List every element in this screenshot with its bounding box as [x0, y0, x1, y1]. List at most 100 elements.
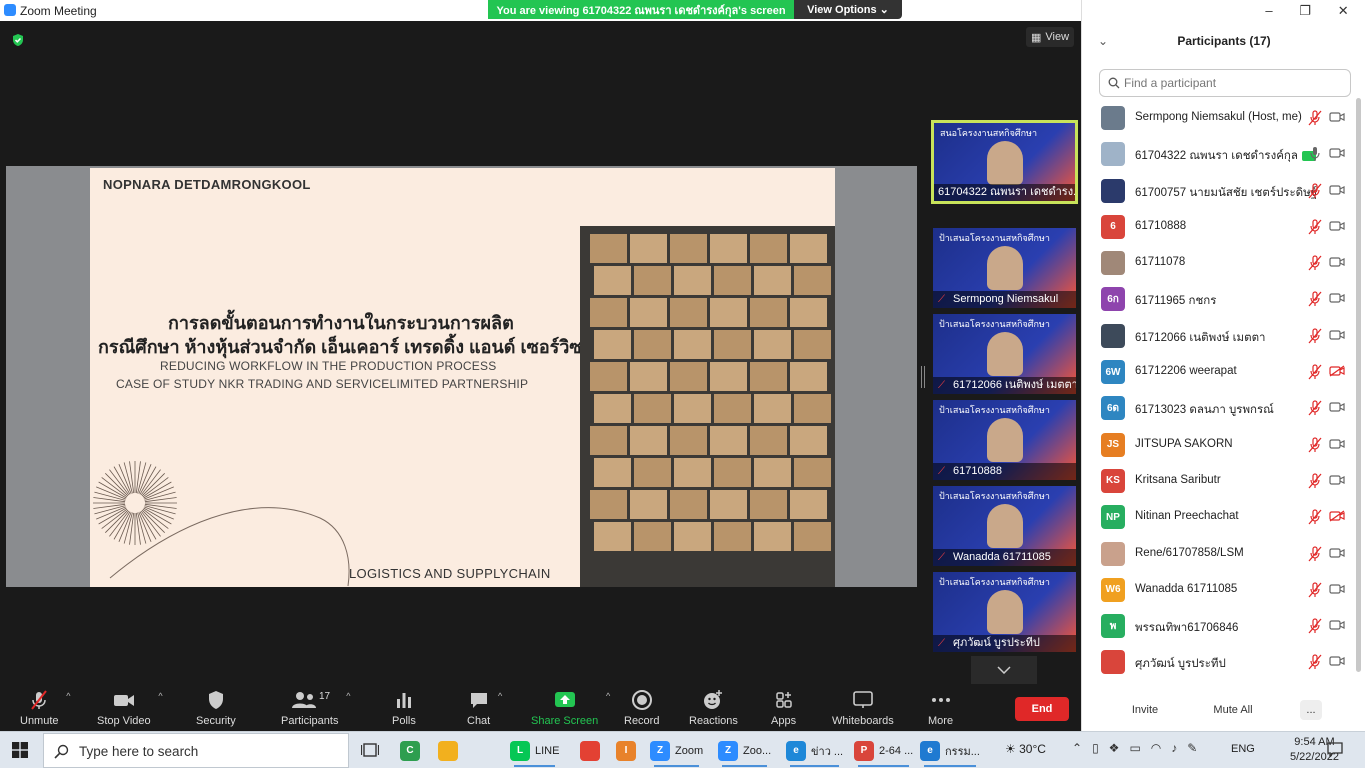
participant-row[interactable]: Rene/61707858/LSM: [1082, 536, 1354, 572]
split-drag-handle[interactable]: [921, 366, 925, 388]
taskbar-app[interactable]: [438, 738, 458, 763]
taskbar-app[interactable]: I: [616, 738, 636, 763]
video-tile[interactable]: ป้าเสนอโครงงานสหกิจศึกษา 61712066 เนติพงษ…: [933, 314, 1076, 394]
maximize-icon[interactable]: ❐: [1299, 3, 1311, 19]
video-camera-icon[interactable]: [1329, 547, 1345, 559]
muted-mic-icon[interactable]: [1308, 437, 1322, 453]
input-language[interactable]: ENG: [1231, 743, 1255, 755]
speaker-icon[interactable]: ♪: [1171, 741, 1177, 755]
muted-mic-icon[interactable]: [1308, 255, 1322, 271]
video-camera-icon[interactable]: [1329, 438, 1345, 450]
taskbar-search-box[interactable]: Type here to search: [43, 733, 349, 768]
view-options-button[interactable]: View Options ⌄: [794, 0, 902, 19]
muted-mic-icon[interactable]: [1308, 400, 1322, 416]
video-strip-scroll-down-button[interactable]: [971, 656, 1037, 684]
participant-row[interactable]: ศุภวัฒน์ บูรประทีป: [1082, 644, 1354, 680]
caret-up-icon[interactable]: ^: [158, 691, 162, 701]
video-off-icon[interactable]: [1329, 510, 1345, 522]
participant-row[interactable]: W6 Wanadda 61711085: [1082, 572, 1354, 608]
participant-row[interactable]: พ พรรณทิพา61706846: [1082, 608, 1354, 644]
video-camera-icon[interactable]: [1329, 401, 1345, 413]
muted-mic-icon[interactable]: [1308, 582, 1322, 598]
taskbar-app[interactable]: P 2-64 ...: [854, 738, 913, 767]
video-tile[interactable]: ป้าเสนอโครงงานสหกิจศึกษา ศุภวัฒน์ บูรประท…: [933, 572, 1076, 652]
taskbar-app[interactable]: [580, 738, 600, 763]
muted-mic-icon[interactable]: [1308, 509, 1322, 525]
video-camera-icon[interactable]: [1329, 655, 1345, 667]
chevron-up-icon[interactable]: ⌃: [1072, 741, 1082, 755]
task-view-icon[interactable]: [361, 742, 379, 758]
video-tile[interactable]: ป้าเสนอโครงงานสหกิจศึกษา Wanadda 61711085…: [933, 486, 1076, 566]
video-camera-icon[interactable]: [1329, 583, 1345, 595]
caret-up-icon[interactable]: ^: [606, 691, 610, 701]
shared-screen[interactable]: NOPNARA DETDAMRONGKOOL การลดขั้นตอนการทำ…: [6, 166, 917, 587]
participant-row[interactable]: JS JITSUPA SAKORN: [1082, 427, 1354, 463]
muted-mic-icon[interactable]: [1308, 654, 1322, 670]
taskbar-app[interactable]: L LINE: [510, 738, 559, 767]
end-meeting-button[interactable]: End: [1015, 697, 1069, 721]
wifi-icon[interactable]: ◠: [1151, 741, 1161, 755]
video-camera-icon[interactable]: [1329, 292, 1345, 304]
video-camera-icon[interactable]: [1329, 256, 1345, 268]
weather-widget[interactable]: ☀ 30°C: [1005, 742, 1046, 756]
muted-mic-icon[interactable]: [1308, 110, 1322, 126]
stop-video-button[interactable]: Stop Video ^: [97, 689, 163, 727]
participant-row[interactable]: 6 61710888: [1082, 209, 1354, 245]
whiteboards-button[interactable]: Whiteboards: [832, 689, 894, 727]
invite-button[interactable]: Invite: [1129, 700, 1161, 720]
muted-mic-icon[interactable]: [1308, 545, 1322, 562]
mic-icon[interactable]: [1308, 146, 1322, 162]
video-off-icon[interactable]: [1329, 365, 1345, 377]
minimize-icon[interactable]: –: [1265, 3, 1272, 19]
participant-row[interactable]: 6ก 61711965 กชกร: [1082, 281, 1354, 317]
video-camera-icon[interactable]: [1329, 474, 1345, 486]
participant-row[interactable]: 61704322 ณพนรา เดชดำรงค์กุล: [1082, 136, 1354, 172]
notification-icon[interactable]: [1327, 742, 1343, 757]
muted-mic-icon[interactable]: [1308, 291, 1322, 307]
muted-mic-icon[interactable]: [1308, 473, 1322, 489]
muted-mic-icon[interactable]: [1308, 328, 1322, 344]
video-camera-icon[interactable]: [1329, 619, 1345, 631]
close-icon[interactable]: ✕: [1338, 3, 1349, 19]
video-camera-icon[interactable]: [1329, 111, 1345, 123]
caret-up-icon[interactable]: ^: [498, 691, 502, 701]
apps-button[interactable]: Apps: [771, 689, 796, 727]
video-tile[interactable]: ป้าเสนอโครงงานสหกิจศึกษา 61710888 ⟋: [933, 400, 1076, 480]
video-tile[interactable]: ป้าเสนอโครงงานสหกิจศึกษา Sermpong Niemsak…: [933, 228, 1076, 308]
muted-mic-icon[interactable]: [1308, 618, 1322, 634]
panel-more-button[interactable]: ...: [1300, 700, 1322, 720]
participants-button[interactable]: 17 Participants ^: [281, 689, 350, 727]
dropbox-icon[interactable]: ❖: [1109, 741, 1120, 755]
participant-search-input[interactable]: [1124, 74, 1344, 92]
unmute-button[interactable]: Unmute ^: [20, 689, 71, 727]
video-camera-icon[interactable]: [1329, 329, 1345, 341]
reactions-button[interactable]: Reactions: [689, 689, 738, 727]
participant-row[interactable]: KS Kritsana Saributr: [1082, 463, 1354, 499]
taskbar-app[interactable]: Z Zoom: [650, 738, 703, 767]
more-button[interactable]: More: [928, 689, 953, 727]
participant-row[interactable]: 61711078: [1082, 245, 1354, 281]
chat-button[interactable]: Chat ^: [467, 689, 502, 727]
record-button[interactable]: Record: [624, 689, 659, 727]
participant-row[interactable]: 6W 61712206 weerapat: [1082, 354, 1354, 390]
video-camera-icon[interactable]: [1329, 220, 1345, 232]
pen-icon[interactable]: ✎: [1187, 741, 1197, 755]
muted-mic-icon[interactable]: [1308, 219, 1322, 235]
security-button[interactable]: Security: [196, 689, 236, 727]
video-camera-icon[interactable]: [1329, 147, 1345, 159]
participant-search-box[interactable]: [1099, 69, 1351, 97]
participant-row[interactable]: 61700757 นายมนัสชัย เชตร์ประดิษฐ์: [1082, 173, 1354, 209]
polls-button[interactable]: Polls: [392, 689, 416, 727]
share-screen-button[interactable]: Share Screen ^: [531, 689, 610, 727]
taskbar-app[interactable]: e กรรม...: [920, 738, 980, 767]
participant-row[interactable]: 61712066 เนติพงษ์ เมตตา: [1082, 318, 1354, 354]
muted-mic-icon[interactable]: [1308, 364, 1322, 380]
video-tile[interactable]: สนอโครงงานสหกิจศึกษา 61704322 ณพนรา เดชดำ…: [931, 120, 1078, 204]
muted-mic-icon[interactable]: [1308, 182, 1322, 199]
windows-start-icon[interactable]: [12, 742, 28, 758]
participant-row[interactable]: Sermpong Niemsakul (Host, me): [1082, 100, 1354, 136]
caret-up-icon[interactable]: ^: [346, 691, 350, 701]
view-layout-button[interactable]: ▦ View: [1026, 27, 1074, 47]
participant-list-scrollbar[interactable]: [1356, 98, 1361, 672]
battery-icon[interactable]: ▭: [1129, 741, 1140, 755]
